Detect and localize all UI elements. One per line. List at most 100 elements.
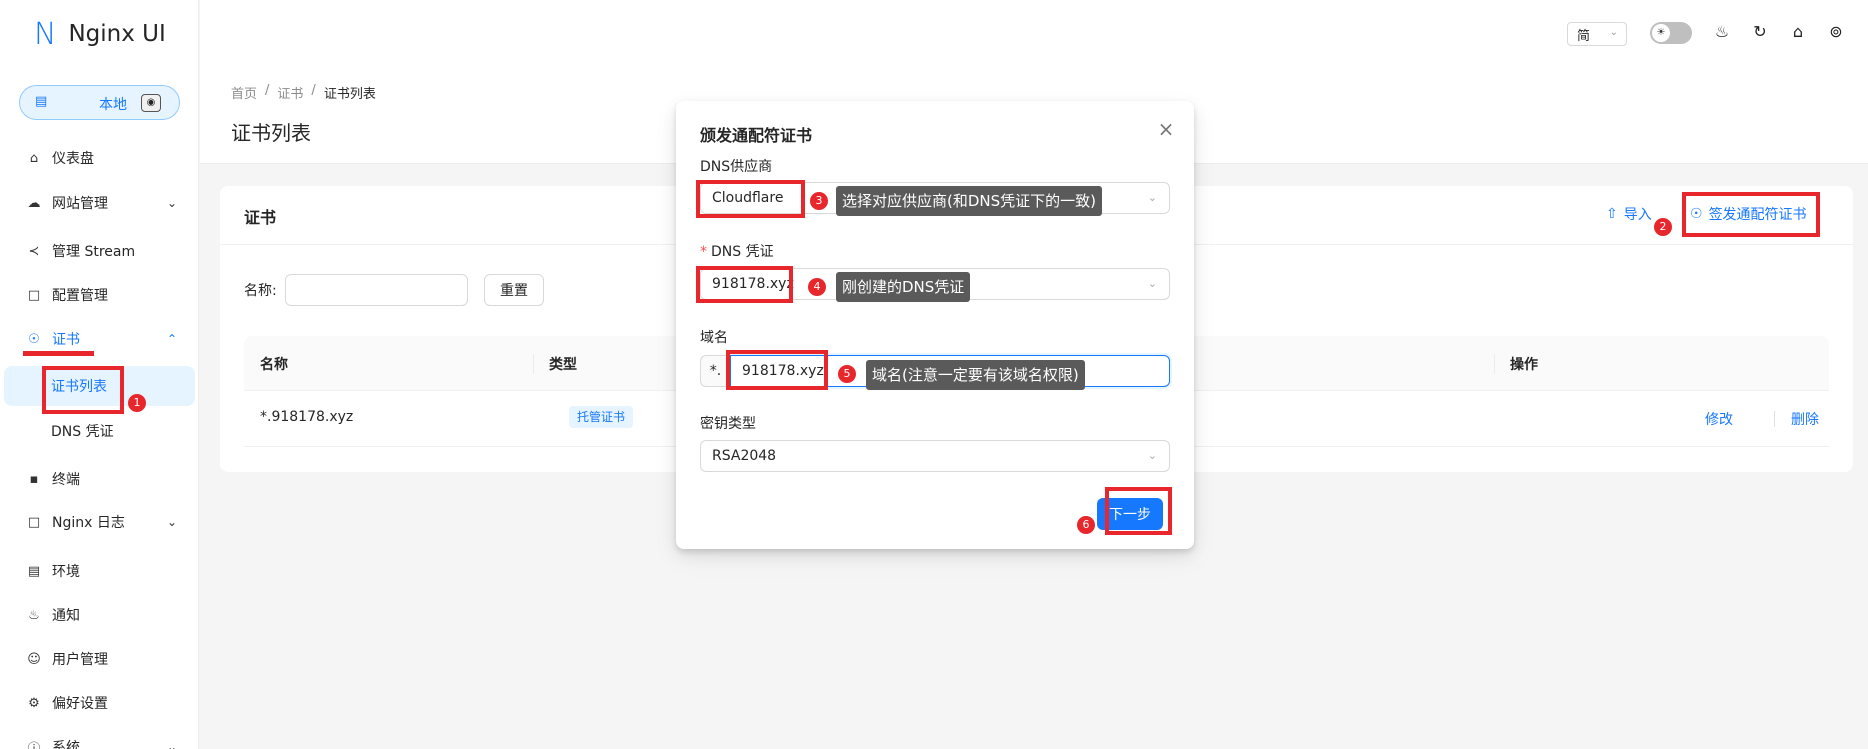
import-label: 导入: [1623, 207, 1652, 223]
close-icon[interactable]: ×: [1154, 117, 1178, 141]
bell-icon[interactable]: ♨: [1712, 22, 1732, 42]
breadcrumb-current: 证书列表: [323, 87, 376, 102]
sidebar-item-label: 仪表盘: [52, 151, 94, 167]
sidebar-item-label: 环境: [52, 564, 80, 580]
issue-wildcard-modal: 颁发通配符证书 × DNS供应商 Cloudflare ⌄ * DNS 凭证 91…: [676, 101, 1194, 549]
chevron-down-icon: ⌄: [166, 515, 177, 529]
key-type-label: 密钥类型: [700, 416, 756, 432]
key-type-value: RSA2048: [712, 448, 777, 464]
sidebar-item-label: 管理 Stream: [52, 244, 136, 260]
sun-icon: ☀: [1652, 24, 1670, 42]
sidebar-item-label: 用户管理: [52, 652, 108, 668]
sidebar-item-dashboard[interactable]: ⌂ 仪表盘: [0, 138, 199, 178]
chevron-up-icon: ⌃: [166, 332, 177, 346]
chevron-down-icon: ⌄: [1147, 449, 1157, 462]
edit-link[interactable]: 修改: [1705, 409, 1733, 429]
chevron-down-icon: ⌄: [166, 196, 177, 210]
bell-icon: ♨: [28, 607, 40, 623]
chevron-down-icon: ⌄: [1147, 191, 1157, 204]
column-header-type: 类型: [549, 357, 577, 373]
import-button[interactable]: ⇧ 导入: [1606, 204, 1652, 224]
domain-label: 域名: [700, 330, 728, 346]
column-header-actions: 操作: [1510, 357, 1538, 373]
annotation-box-3: [696, 180, 805, 218]
sidebar-item-notification[interactable]: ♨ 通知: [0, 595, 199, 635]
annotation-callout-3: 选择对应供应商(和DNS凭证下的一致): [836, 186, 1102, 216]
sidebar-item-nginx-log[interactable]: □ Nginx 日志 ⌄: [0, 502, 199, 542]
annotation-badge-1: 1: [128, 394, 146, 412]
theme-toggle[interactable]: ☀: [1650, 22, 1692, 44]
annotation-badge-2: 2: [1654, 218, 1672, 236]
reset-button[interactable]: 重置: [484, 274, 544, 306]
cert-type-tag: 托管证书: [569, 406, 634, 428]
sidebar-item-stream[interactable]: ≺ 管理 Stream: [0, 231, 199, 271]
annotation-box-6: [1105, 487, 1172, 535]
sidebar-item-preferences[interactable]: ⚙ 偏好设置: [0, 683, 199, 723]
dns-provider-label: DNS供应商: [700, 159, 773, 175]
sidebar-item-label: 配置管理: [52, 288, 108, 304]
file-text-icon: □: [27, 514, 41, 530]
annotation-badge-4: 4: [808, 278, 826, 296]
delete-link[interactable]: 删除: [1791, 409, 1819, 429]
home-icon[interactable]: ⌂: [1788, 22, 1808, 42]
app-logo[interactable]: N Nginx UI: [34, 14, 166, 54]
sidebar-item-environment[interactable]: ▤ 环境: [0, 551, 199, 591]
gear-icon: ⚙: [28, 695, 40, 711]
key-type-select[interactable]: RSA2048 ⌄: [700, 440, 1170, 472]
column-header-name: 名称: [260, 357, 288, 373]
sidebar-item-label: DNS 凭证: [51, 424, 114, 440]
server-icon: ▤: [35, 94, 48, 109]
annotation-badge-5: 5: [838, 365, 856, 383]
breadcrumb-certs[interactable]: 证书: [277, 83, 303, 102]
sidebar-item-label: Nginx 日志: [52, 515, 125, 531]
sidebar-item-config[interactable]: □ 配置管理: [0, 275, 199, 315]
cloud-upload-icon: ⇧: [1606, 206, 1618, 222]
sidebar-item-dns-credentials[interactable]: DNS 凭证: [4, 411, 195, 451]
sidebar-item-label: 终端: [52, 472, 80, 488]
annotation-box-4: [696, 266, 793, 303]
language-select[interactable]: 简 ⌄: [1567, 22, 1627, 46]
sidebar-item-system[interactable]: ⓘ 系统 ⌄: [0, 727, 199, 749]
sidebar-item-label: 证书: [52, 332, 80, 348]
modal-title: 颁发通配符证书: [700, 126, 813, 145]
name-filter-label: 名称:: [244, 283, 277, 299]
annotation-box-1: [42, 366, 124, 414]
nginx-logo-icon: N: [34, 16, 57, 52]
share-icon: ≺: [28, 243, 40, 259]
annotation-box-5: [726, 350, 828, 390]
reload-icon[interactable]: ↻: [1750, 22, 1770, 42]
annotation-underline: [23, 351, 94, 356]
chevron-down-icon: ⌄: [1147, 277, 1157, 290]
page-title: 证书列表: [231, 121, 311, 145]
language-value: 简: [1577, 28, 1591, 44]
sidebar-item-terminal[interactable]: ▪ 终端: [0, 459, 199, 499]
database-icon: ▤: [27, 563, 41, 579]
user-icon: ☺: [27, 651, 41, 667]
home-icon: ⌂: [29, 150, 39, 166]
card-title: 证书: [244, 208, 277, 227]
environment-switcher[interactable]: ▤ 本地 ◉: [19, 85, 180, 120]
annotation-box-2: [1682, 192, 1820, 237]
annotation-badge-3: 3: [810, 192, 828, 210]
name-filter-input[interactable]: [285, 274, 468, 306]
app-name: Nginx UI: [68, 21, 166, 47]
cloud-icon: ☁: [27, 195, 41, 211]
shield-check-icon: ☉: [28, 331, 40, 347]
sidebar-item-label: 通知: [52, 608, 80, 624]
annotation-badge-6: 6: [1077, 516, 1095, 534]
annotation-callout-4: 刚创建的DNS凭证: [836, 272, 971, 302]
chevron-down-icon: ⌄: [1609, 27, 1618, 38]
environment-label: 本地: [99, 97, 127, 113]
chevron-down-icon: ⌄: [166, 740, 177, 749]
dns-credential-label: * DNS 凭证: [700, 244, 774, 260]
breadcrumb-home[interactable]: 首页: [231, 83, 257, 102]
cert-name: *.918178.xyz: [260, 409, 354, 425]
sidebar-item-users[interactable]: ☺ 用户管理: [0, 639, 199, 679]
logout-icon[interactable]: ⊚: [1826, 22, 1846, 42]
sidebar-item-sites[interactable]: ☁ 网站管理 ⌄: [0, 183, 199, 223]
sidebar-item-label: 网站管理: [52, 196, 108, 212]
breadcrumb: 首页 / 证书 / 证书列表: [231, 83, 376, 102]
info-icon: ⓘ: [27, 741, 41, 749]
sidebar-item-label: 偏好设置: [52, 696, 108, 712]
annotation-callout-5: 域名(注意一定要有该域名权限): [866, 360, 1085, 390]
